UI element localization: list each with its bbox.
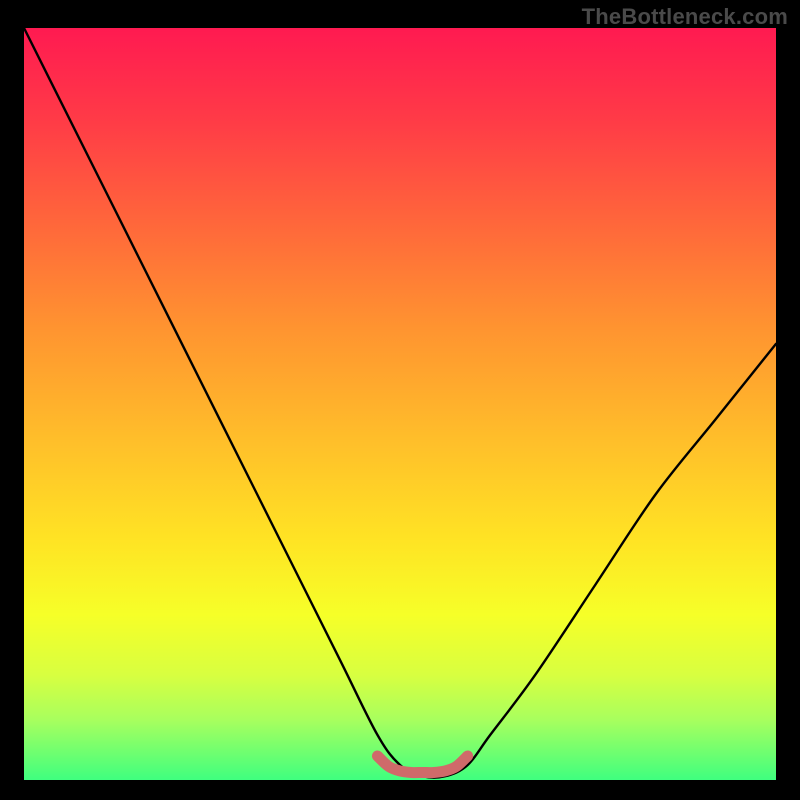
curve-layer (24, 28, 776, 780)
plot-area (24, 28, 776, 780)
sweet-spot-marker (377, 756, 467, 773)
bottleneck-curve (24, 28, 776, 778)
chart-frame: TheBottleneck.com (0, 0, 800, 800)
watermark-text: TheBottleneck.com (582, 4, 788, 30)
